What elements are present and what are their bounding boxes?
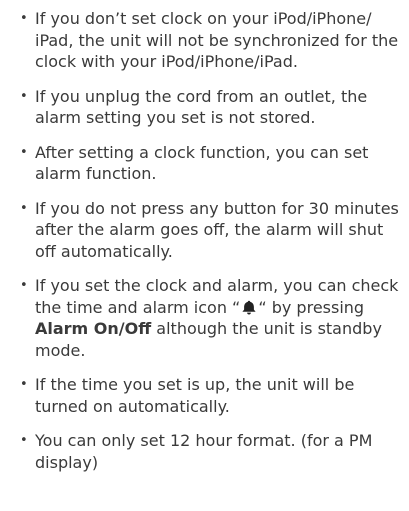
- note-item-unplug: • If you unplug the cord from an outlet,…: [20, 86, 407, 129]
- note-item-auto-shutoff: • If you do not press any button for 30 …: [20, 198, 407, 263]
- bullet-dot: •: [20, 377, 28, 392]
- bullet-dot: •: [20, 278, 28, 293]
- bell-icon: [240, 300, 258, 315]
- bullet-dot: •: [20, 11, 28, 26]
- note-text: If the time you set is up, the unit will…: [35, 375, 355, 416]
- note-text-after-icon: “ by pressing: [258, 297, 365, 317]
- note-text: If you unplug the cord from an outlet, t…: [35, 86, 368, 128]
- alarm-on-off-button-label: Alarm On/Off: [35, 319, 152, 338]
- note-text: You can only set 12 hour format. (for a …: [35, 431, 373, 472]
- bullet-dot: •: [20, 200, 28, 216]
- note-text: If you don’t set clock on your iPod/iPho…: [35, 9, 399, 71]
- note-item-check-alarm: • If you set the clock and alarm, you ca…: [20, 275, 407, 361]
- bullet-dot: •: [20, 144, 28, 160]
- note-item-alarm-after-clock: • After setting a clock function, you ca…: [20, 142, 407, 185]
- bullet-dot: •: [20, 433, 28, 448]
- note-text: If you do not press any button for 30 mi…: [35, 198, 399, 261]
- notes-bullet-list: • If you don’t set clock on your iPod/iP…: [0, 0, 409, 473]
- note-item-time-up: • If the time you set is up, the unit wi…: [20, 374, 407, 417]
- note-item-12-hour: • You can only set 12 hour format. (for …: [20, 430, 407, 473]
- note-text: After setting a clock function, you can …: [35, 142, 369, 184]
- bullet-dot: •: [20, 88, 28, 104]
- note-item-clock-sync: • If you don’t set clock on your iPod/iP…: [20, 8, 407, 73]
